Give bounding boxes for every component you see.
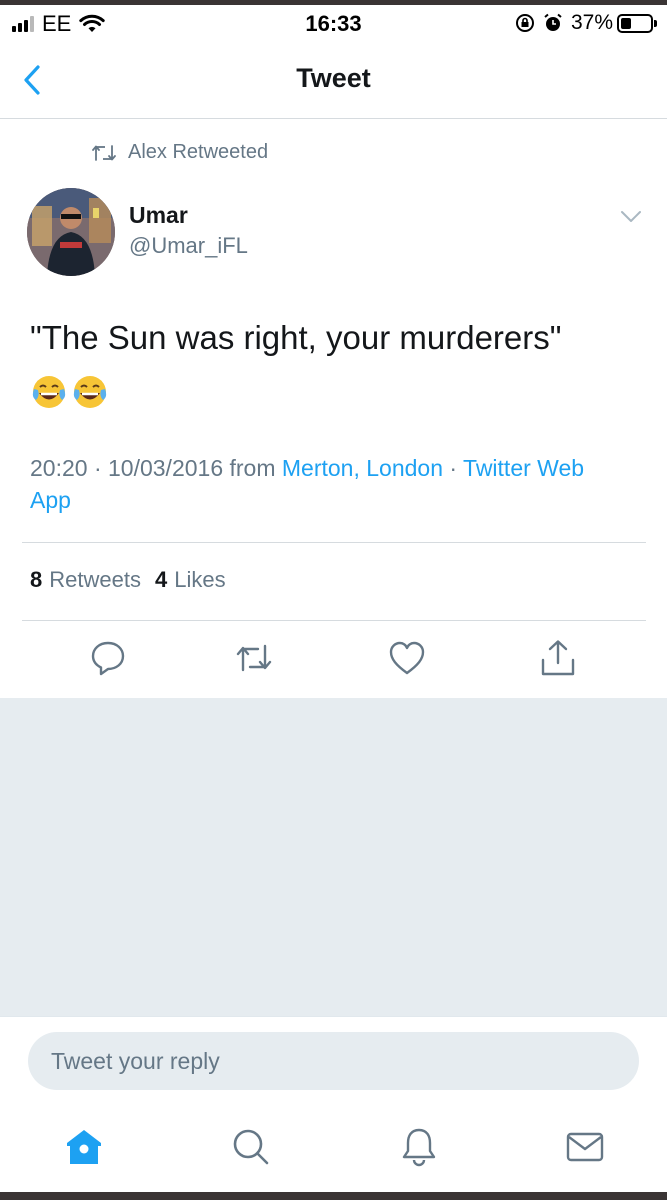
like-label: Likes <box>174 567 226 592</box>
divider <box>22 542 646 543</box>
like-icon[interactable] <box>387 638 427 678</box>
retweet-count: 8 <box>30 567 43 592</box>
likes-stat[interactable]: 4 Likes <box>155 567 226 593</box>
search-icon[interactable] <box>230 1126 270 1168</box>
retweet-small-icon <box>92 144 116 161</box>
from-label: from <box>229 455 276 481</box>
reply-icon[interactable] <box>88 638 128 678</box>
navigation-bar: Tweet <box>0 41 667 119</box>
tab-bar <box>0 1106 667 1192</box>
retweet-icon[interactable] <box>234 638 274 678</box>
retweet-context[interactable]: Alex Retweeted <box>92 141 268 164</box>
empty-replies-area <box>0 698 667 1016</box>
orientation-lock-icon <box>515 14 534 32</box>
avatar-image <box>27 188 115 276</box>
retweet-label: Retweets <box>49 567 141 592</box>
notifications-icon[interactable] <box>399 1126 439 1168</box>
messages-icon[interactable] <box>565 1126 605 1168</box>
author-handle[interactable]: @Umar_iFL <box>129 233 248 259</box>
tweet-text: "The Sun was right, your murderers" <box>30 319 562 356</box>
meta-separator: · <box>443 455 464 481</box>
device-frame-bottom <box>0 1192 667 1200</box>
tweet-actions <box>0 638 667 682</box>
home-icon[interactable] <box>64 1126 104 1168</box>
face-with-tears-of-joy-icon <box>73 376 107 408</box>
retweets-stat[interactable]: 8 Retweets <box>30 567 141 593</box>
battery-icon <box>617 13 653 33</box>
status-bar: EE 16:33 37% <box>0 5 667 41</box>
tweet-location-link[interactable]: Merton, London <box>282 455 443 481</box>
page-title: Tweet <box>296 63 371 93</box>
like-count: 4 <box>154 567 168 592</box>
chevron-down-icon[interactable] <box>620 210 642 224</box>
tweet-meta: 20:20 · 10/03/2016 from Merton, London ·… <box>30 452 630 516</box>
tweet-timestamp: 20:20 · 10/03/2016 <box>30 455 224 481</box>
tweet-stats: 8 Retweets 4 Likes <box>30 567 240 593</box>
tweet-emojis <box>30 373 112 411</box>
battery-percent: 37% <box>570 11 613 34</box>
alarm-icon <box>544 13 562 31</box>
reply-bar <box>0 1016 667 1106</box>
share-icon[interactable] <box>538 638 578 678</box>
divider <box>22 620 646 621</box>
retweeted-by-label: Alex Retweeted <box>128 141 269 163</box>
face-with-tears-of-joy-icon <box>32 376 66 408</box>
author-name[interactable]: Umar <box>129 202 188 229</box>
reply-input[interactable] <box>28 1032 639 1090</box>
avatar[interactable] <box>27 188 115 276</box>
